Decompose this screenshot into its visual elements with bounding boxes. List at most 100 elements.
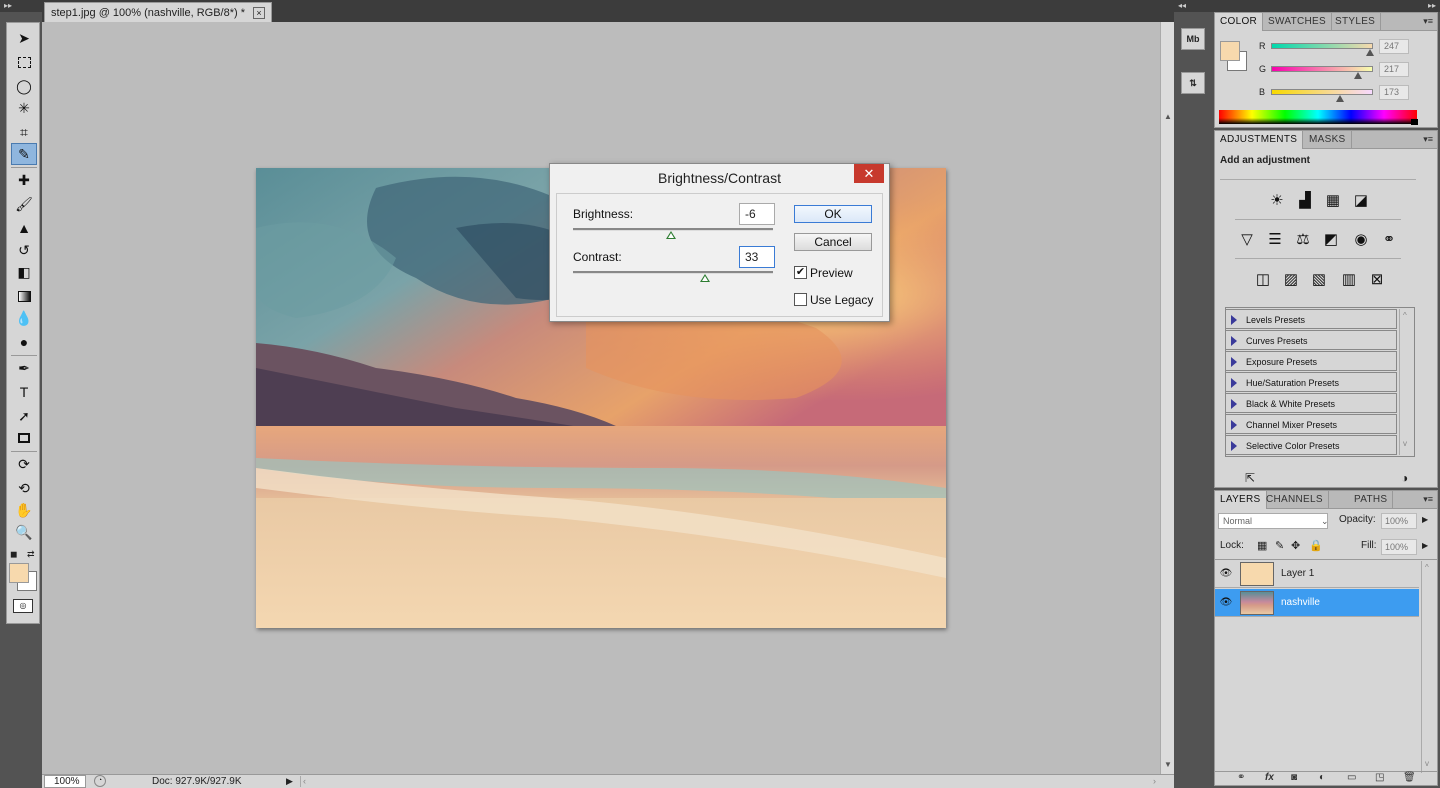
- blend-mode-chevron-down-icon[interactable]: ⌄: [1321, 513, 1329, 529]
- exposure-adjustment-icon[interactable]: ◪: [1349, 189, 1373, 211]
- r-channel-value[interactable]: 247: [1379, 39, 1409, 54]
- visibility-eye-icon[interactable]: 👁: [1219, 568, 1233, 580]
- black-swatch[interactable]: [1411, 119, 1418, 125]
- photo-filter-adjustment-icon[interactable]: ◉: [1349, 228, 1373, 250]
- expand-triangle-icon[interactable]: [1231, 357, 1237, 367]
- scroll-down-arrow-icon[interactable]: v: [1403, 439, 1407, 448]
- r-channel-slider[interactable]: [1271, 43, 1373, 49]
- add-mask-icon[interactable]: ◙: [1291, 772, 1297, 783]
- use-legacy-label[interactable]: Use Legacy: [810, 293, 873, 307]
- lasso-tool-icon[interactable]: ◯: [11, 75, 37, 97]
- tab-styles[interactable]: STYLES: [1330, 13, 1382, 31]
- default-colors-icon[interactable]: ◼: [10, 549, 17, 560]
- b-channel-slider[interactable]: [1271, 89, 1373, 95]
- tab-paths[interactable]: PATHS: [1349, 491, 1394, 509]
- panels-header[interactable]: ▸▸: [1212, 0, 1440, 12]
- preset-item[interactable]: Levels Presets: [1225, 309, 1397, 329]
- tab-swatches[interactable]: SWATCHES: [1263, 13, 1332, 31]
- expand-triangle-icon[interactable]: [1231, 420, 1237, 430]
- fill-arrow-icon[interactable]: ▶: [1422, 541, 1428, 550]
- presets-scrollbar[interactable]: ^ v: [1399, 309, 1413, 455]
- threshold-adjustment-icon[interactable]: ▧: [1307, 268, 1331, 290]
- blur-tool-icon[interactable]: 💧: [11, 307, 37, 329]
- r-channel-thumb[interactable]: [1365, 49, 1374, 56]
- expand-triangle-icon[interactable]: [1231, 315, 1237, 325]
- black-white-adjustment-icon[interactable]: ◩: [1319, 228, 1343, 250]
- new-layer-icon[interactable]: ◳: [1375, 772, 1384, 783]
- quick-mask-icon[interactable]: ◎: [13, 599, 33, 613]
- g-channel-thumb[interactable]: [1353, 72, 1362, 79]
- gradient-tool-icon[interactable]: [11, 285, 37, 307]
- tab-color[interactable]: COLOR: [1215, 13, 1264, 31]
- move-tool-icon[interactable]: ➤: [11, 27, 37, 49]
- expand-triangle-icon[interactable]: [1231, 378, 1237, 388]
- lock-pixels-icon[interactable]: ✎: [1275, 539, 1284, 552]
- path-selection-tool-icon[interactable]: ➚: [11, 405, 37, 427]
- hand-tool-icon[interactable]: ✋: [11, 499, 37, 521]
- ok-button[interactable]: OK: [794, 205, 872, 223]
- zoom-tool-icon[interactable]: 🔍: [11, 521, 37, 543]
- lock-transparency-icon[interactable]: ▦: [1257, 539, 1267, 552]
- healing-brush-tool-icon[interactable]: ✚: [11, 169, 37, 191]
- panel-menu-icon[interactable]: ▾≡: [1423, 16, 1433, 27]
- opacity-input[interactable]: 100%: [1381, 513, 1417, 529]
- color-foreground-swatch[interactable]: [1220, 41, 1240, 61]
- new-group-icon[interactable]: ▭: [1347, 772, 1356, 783]
- magic-wand-tool-icon[interactable]: ✳: [11, 97, 37, 119]
- type-tool-icon[interactable]: T: [11, 381, 37, 403]
- scroll-right-arrow-icon[interactable]: ›: [1153, 776, 1156, 787]
- expand-triangle-icon[interactable]: [1231, 441, 1237, 451]
- scroll-down-arrow-icon[interactable]: v: [1425, 759, 1429, 768]
- vertical-scrollbar[interactable]: ▲ ▼: [1160, 22, 1174, 774]
- eraser-tool-icon[interactable]: ◧: [11, 261, 37, 283]
- gradient-map-adjustment-icon[interactable]: ▥: [1337, 268, 1361, 290]
- scroll-up-arrow-icon[interactable]: ^: [1403, 311, 1407, 320]
- hue-saturation-adjustment-icon[interactable]: ☰: [1263, 228, 1287, 250]
- status-info-icon[interactable]: ◔: [94, 775, 106, 787]
- mini-bridge-icon[interactable]: Mb: [1181, 28, 1205, 50]
- preset-item[interactable]: Selective Color Presets: [1225, 435, 1397, 455]
- pen-tool-icon[interactable]: ✒: [11, 357, 37, 379]
- cancel-button[interactable]: Cancel: [794, 233, 872, 251]
- swap-colors-icon[interactable]: ⇄: [27, 549, 35, 560]
- preset-item[interactable]: Curves Presets: [1225, 330, 1397, 350]
- expand-view-icon[interactable]: ⇱: [1245, 471, 1255, 485]
- layers-scrollbar[interactable]: ^ v: [1421, 561, 1435, 773]
- posterize-adjustment-icon[interactable]: ▨: [1279, 268, 1303, 290]
- preset-item[interactable]: Exposure Presets: [1225, 351, 1397, 371]
- status-menu-arrow-icon[interactable]: ▶: [286, 775, 293, 788]
- link-layers-icon[interactable]: ⚭: [1237, 772, 1245, 783]
- zoom-level-field[interactable]: 100%: [44, 775, 86, 788]
- document-tab[interactable]: step1.jpg @ 100% (nashville, RGB/8*) * ×: [44, 2, 272, 22]
- b-channel-thumb[interactable]: [1336, 95, 1345, 102]
- panel-menu-icon[interactable]: ▾≡: [1423, 134, 1433, 145]
- levels-adjustment-icon[interactable]: ▟: [1293, 189, 1317, 211]
- history-brush-tool-icon[interactable]: ↺: [11, 239, 37, 261]
- 3d-orbit-tool-icon[interactable]: ⟲: [11, 477, 37, 499]
- tab-adjustments[interactable]: ADJUSTMENTS: [1215, 131, 1304, 149]
- panel-strip-header[interactable]: ◂◂: [1174, 0, 1212, 12]
- brightness-input[interactable]: -6: [739, 203, 775, 225]
- channel-mixer-adjustment-icon[interactable]: ⚭: [1377, 228, 1401, 250]
- foreground-color-swatch[interactable]: [9, 563, 29, 583]
- tab-masks[interactable]: MASKS: [1304, 131, 1352, 149]
- crop-tool-icon[interactable]: ⌗: [11, 121, 37, 143]
- preview-label[interactable]: Preview: [810, 266, 853, 280]
- delete-layer-icon[interactable]: 🗑: [1403, 772, 1416, 783]
- selective-color-adjustment-icon[interactable]: ⊠: [1365, 268, 1389, 290]
- lock-all-icon[interactable]: 🔒: [1309, 539, 1323, 552]
- color-balance-adjustment-icon[interactable]: ⚖: [1291, 228, 1315, 250]
- contrast-slider-track[interactable]: [573, 271, 773, 274]
- clone-stamp-tool-icon[interactable]: ▲: [11, 217, 37, 239]
- layer-row[interactable]: 👁 Layer 1: [1215, 560, 1419, 588]
- visibility-eye-icon[interactable]: 👁: [1219, 597, 1233, 609]
- horizontal-scrollbar[interactable]: ‹ ›: [300, 776, 1160, 787]
- toolbox-header[interactable]: ▸▸: [0, 0, 42, 12]
- dialog-title[interactable]: Brightness/Contrast: [550, 164, 889, 192]
- close-tab-icon[interactable]: ×: [252, 6, 265, 19]
- brush-tool-icon[interactable]: 🖌: [11, 193, 37, 215]
- scroll-up-arrow-icon[interactable]: ^: [1425, 563, 1429, 572]
- lock-position-icon[interactable]: ✥: [1291, 539, 1300, 552]
- layer-row[interactable]: 👁 nashville: [1215, 589, 1419, 617]
- clip-to-layer-icon[interactable]: ◑: [1401, 471, 1408, 485]
